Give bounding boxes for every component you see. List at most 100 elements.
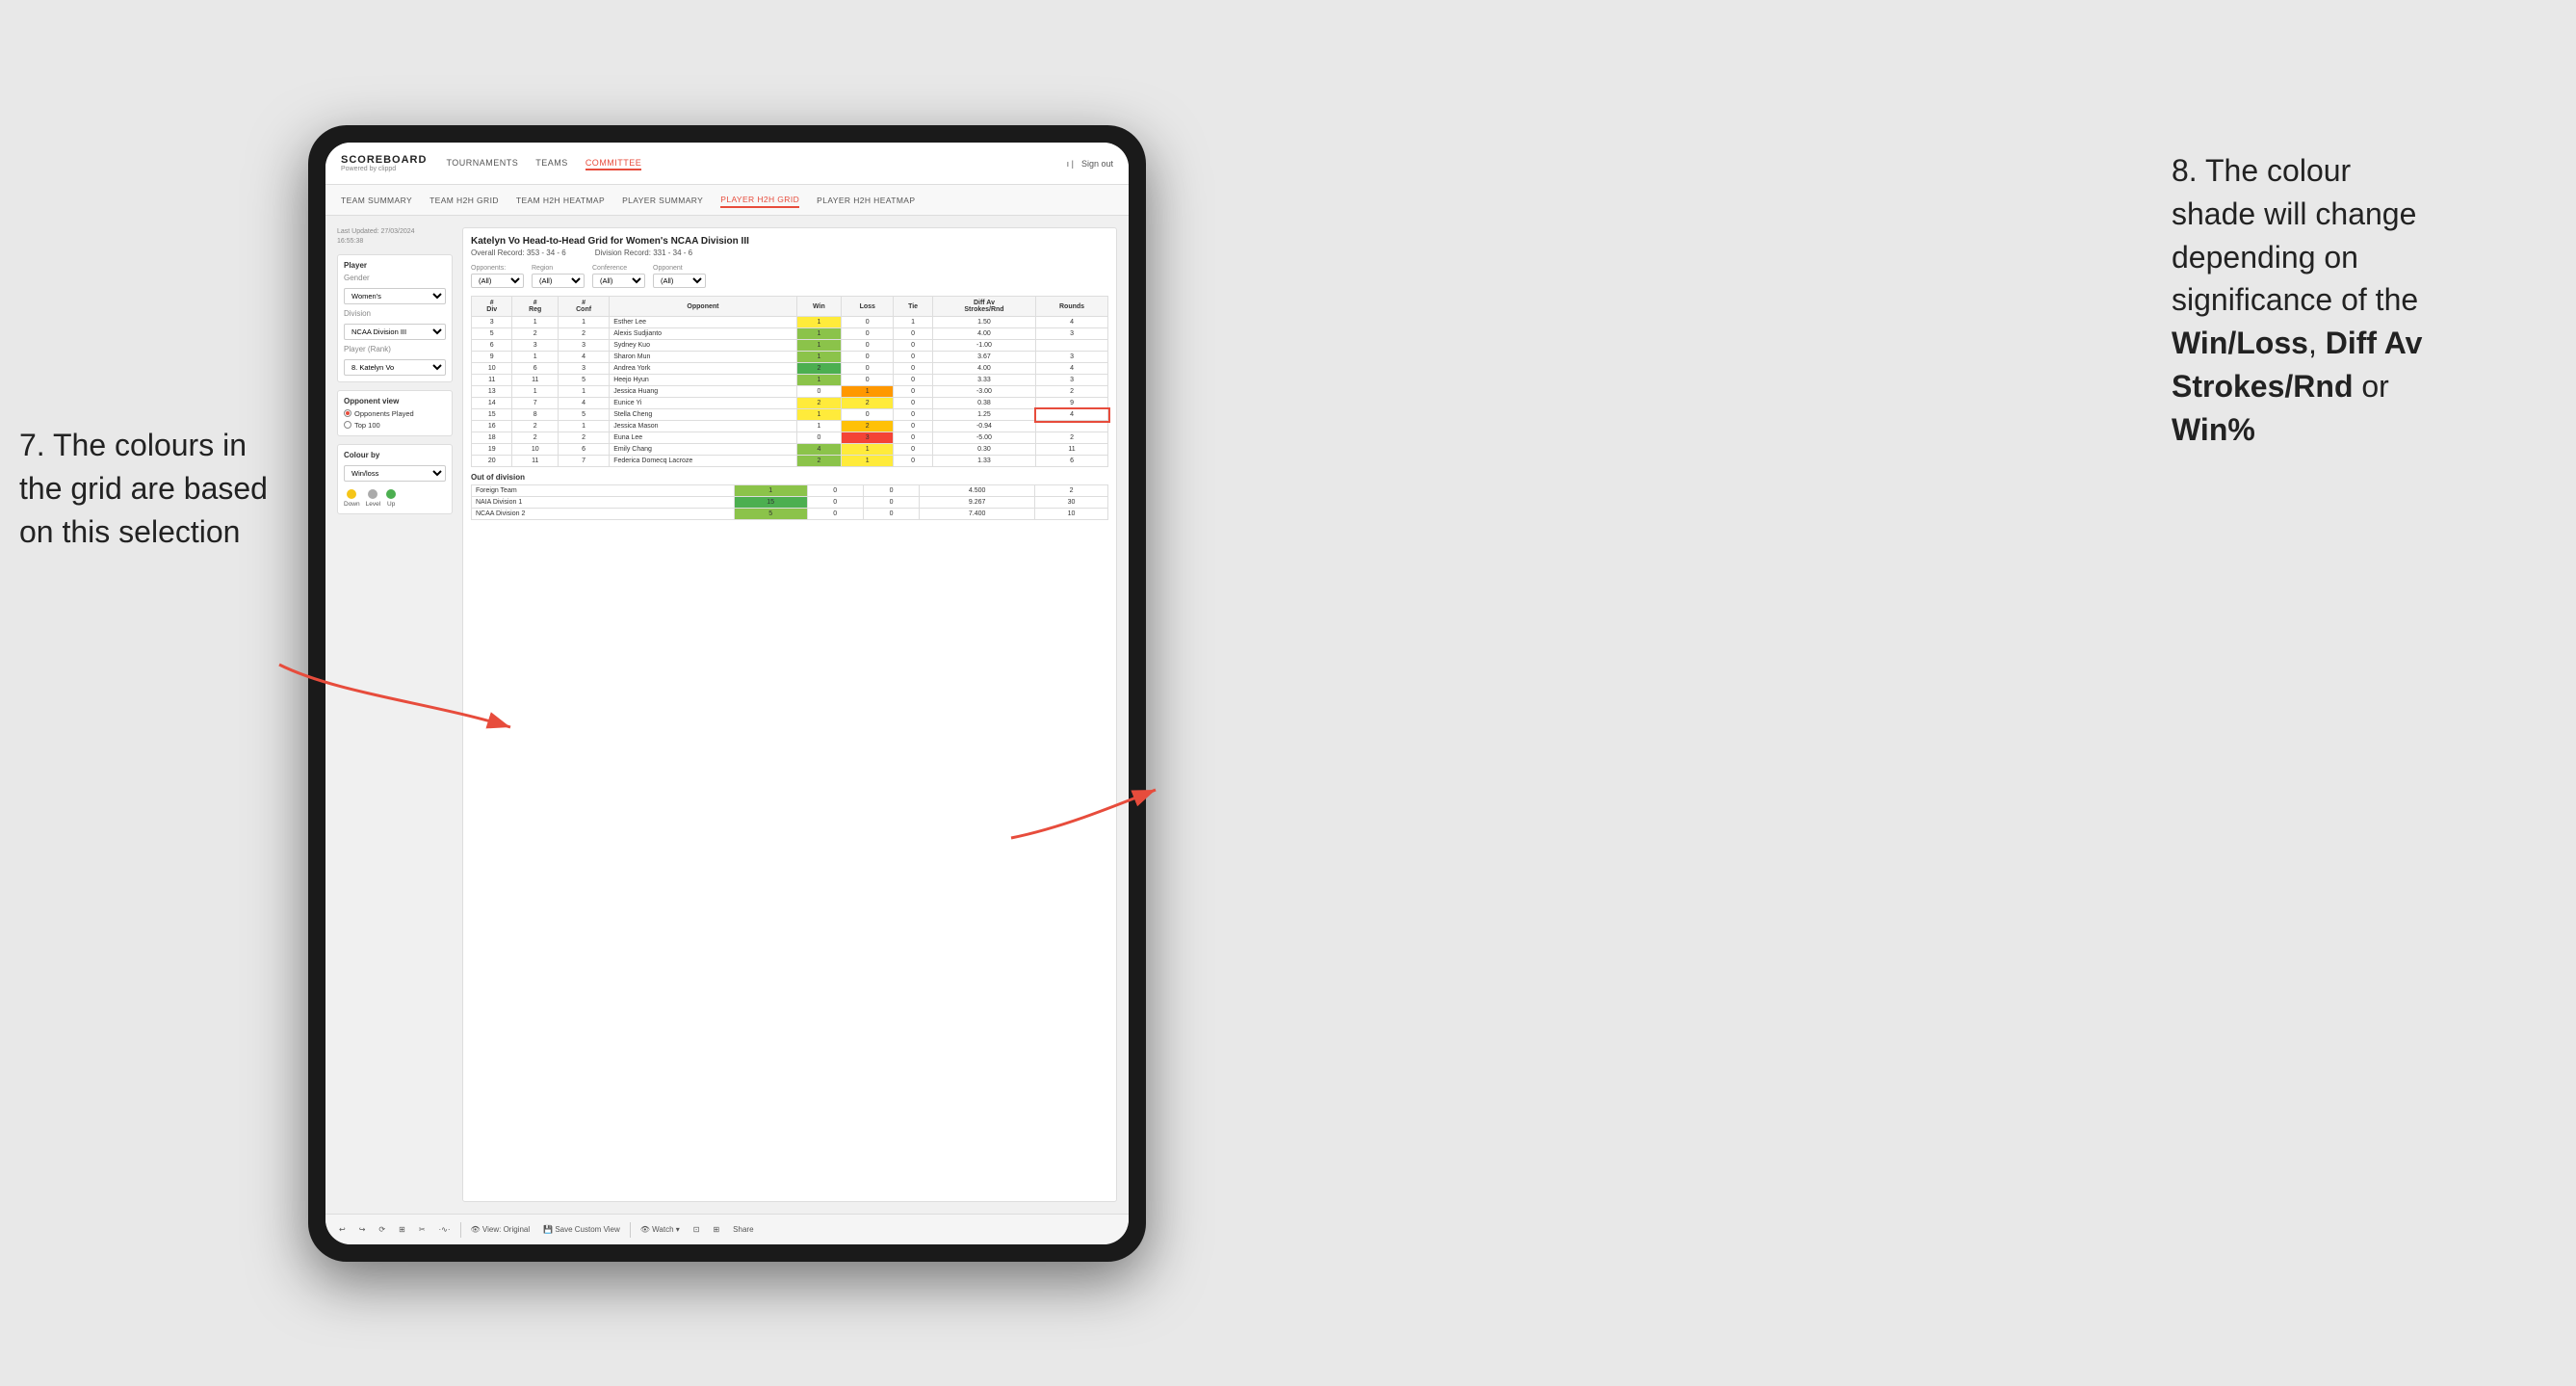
table-row: 20 11 7 Federica Domecq Lacroze 2 1 0 1.… — [472, 456, 1108, 467]
filters-row: Opponents: (All) Region (All) Conference — [471, 265, 1108, 288]
col-tie: Tie — [894, 297, 933, 317]
nav-right: ı | Sign out — [1067, 159, 1113, 169]
table-row: 10 6 3 Andrea York 2 0 0 4.00 4 — [472, 363, 1108, 375]
player-label: Player — [344, 261, 446, 270]
table-row: 14 7 4 Eunice Yi 2 2 0 0.38 9 — [472, 398, 1108, 409]
undo-btn[interactable]: ↩ — [335, 1223, 350, 1236]
player-section: Player Gender Women's Men's Division NCA… — [337, 254, 453, 382]
player-rank-label: Player (Rank) — [344, 345, 446, 353]
table-row: 16 2 1 Jessica Mason 1 2 0 -0.94 — [472, 421, 1108, 432]
cmd-btn[interactable]: ·∿· — [435, 1223, 455, 1236]
separator — [460, 1222, 461, 1238]
table-row: 5 2 2 Alexis Sudjianto 1 0 0 4.00 3 — [472, 328, 1108, 340]
legend-dot-down — [347, 489, 356, 499]
gender-select[interactable]: Women's Men's — [344, 288, 446, 304]
legend-up: Up — [386, 489, 396, 508]
left-panel: Last Updated: 27/03/2024 16:55:38 Player… — [337, 227, 453, 1202]
table-row: 9 1 4 Sharon Mun 1 0 0 3.67 3 — [472, 352, 1108, 363]
player-rank-select[interactable]: 8. Katelyn Vo — [344, 359, 446, 376]
col-reg: #Reg — [512, 297, 558, 317]
table-row: 15 8 5 Stella Cheng 1 0 0 1.25 4 — [472, 409, 1108, 421]
col-div: #Div — [472, 297, 512, 317]
nav-bar: SCOREBOARD Powered by clippd TOURNAMENTS… — [325, 143, 1129, 185]
radio-group: Opponents Played Top 100 — [344, 409, 446, 430]
legend-dot-up — [386, 489, 396, 499]
bottom-toolbar: ↩ ↪ ⟳ ⊞ ✂ ·∿· 👁 View: Original 💾 Save Cu… — [325, 1214, 1129, 1244]
last-updated: Last Updated: 27/03/2024 16:55:38 — [337, 227, 453, 247]
share-layout-btn[interactable]: ⊞ — [709, 1223, 723, 1236]
grid-panel: Katelyn Vo Head-to-Head Grid for Women's… — [462, 227, 1117, 1202]
legend-label-up: Up — [387, 501, 395, 508]
right-annotation: 8. The colour shade will change dependin… — [2172, 149, 2537, 452]
division-label: Division — [344, 309, 446, 318]
opponent-view-label: Opponent view — [344, 397, 446, 405]
region-select[interactable]: (All) — [532, 274, 585, 288]
table-row: Foreign Team 1 0 0 4.500 2 — [472, 485, 1108, 497]
colour-by-select[interactable]: Win/loss Diff Av Strokes/Rnd Win% — [344, 465, 446, 482]
logo-title: SCOREBOARD — [341, 154, 427, 166]
opponent-filter: Opponent (All) — [653, 265, 706, 288]
separator — [630, 1222, 631, 1238]
opponent-select[interactable]: (All) — [653, 274, 706, 288]
radio-dot-top100 — [344, 421, 351, 429]
nav-items: TOURNAMENTS TEAMS COMMITTEE — [446, 156, 1066, 170]
col-loss: Loss — [842, 297, 894, 317]
colour-by-label: Colour by — [344, 451, 446, 459]
h2h-table: #Div #Reg #Conf Opponent Win Loss Tie Di… — [471, 296, 1108, 467]
table-row: 6 3 3 Sydney Kuo 1 0 0 -1.00 — [472, 340, 1108, 352]
table-row: 3 1 1 Esther Lee 1 0 1 1.50 4 — [472, 317, 1108, 328]
logo-subtitle: Powered by clippd — [341, 166, 427, 172]
share-btn[interactable]: Share — [729, 1223, 757, 1236]
col-conf: #Conf — [558, 297, 609, 317]
sub-nav-team-summary[interactable]: TEAM SUMMARY — [341, 194, 412, 207]
grid-records: Overall Record: 353 - 34 - 6 Division Re… — [471, 248, 1108, 257]
watch-btn[interactable]: 👁 Watch ▾ — [637, 1223, 684, 1236]
sub-nav-player-h2h-heatmap[interactable]: PLAYER H2H HEATMAP — [817, 194, 915, 207]
view-original-btn[interactable]: 👁 View: Original — [467, 1223, 534, 1236]
grid-title: Katelyn Vo Head-to-Head Grid for Women's… — [471, 236, 1108, 247]
table-row: 11 11 5 Heejo Hyun 1 0 0 3.33 3 — [472, 375, 1108, 386]
radio-opponents-played[interactable]: Opponents Played — [344, 409, 446, 418]
sub-nav-player-summary[interactable]: PLAYER SUMMARY — [622, 194, 703, 207]
out-of-division-header: Out of division — [471, 467, 1108, 484]
table-row: 19 10 6 Emily Chang 4 1 0 0.30 11 — [472, 444, 1108, 456]
sub-nav-player-h2h-grid[interactable]: PLAYER H2H GRID — [720, 193, 799, 208]
gender-label: Gender — [344, 274, 446, 282]
tablet-frame: SCOREBOARD Powered by clippd TOURNAMENTS… — [308, 125, 1146, 1262]
opponent-view-section: Opponent view Opponents Played Top 100 — [337, 390, 453, 436]
legend-dot-level — [368, 489, 377, 499]
opponents-select[interactable]: (All) — [471, 274, 524, 288]
layout-btn[interactable]: ⊡ — [690, 1223, 704, 1236]
sign-out-link[interactable]: Sign out — [1081, 159, 1113, 169]
radio-top100[interactable]: Top 100 — [344, 421, 446, 430]
legend-down: Down — [344, 489, 360, 508]
col-opponent: Opponent — [610, 297, 796, 317]
main-content: Last Updated: 27/03/2024 16:55:38 Player… — [325, 216, 1129, 1214]
opponents-filter: Opponents: (All) — [471, 265, 524, 288]
save-custom-view-btn[interactable]: 💾 Save Custom View — [539, 1223, 624, 1236]
legend-label-level: Level — [366, 501, 381, 508]
left-annotation: 7. The colours in the grid are based on … — [19, 424, 289, 553]
sub-nav-team-h2h-heatmap[interactable]: TEAM H2H HEATMAP — [516, 194, 605, 207]
conference-select[interactable]: (All) — [592, 274, 645, 288]
colour-section: Colour by Win/loss Diff Av Strokes/Rnd W… — [337, 444, 453, 514]
out-of-division-table: Foreign Team 1 0 0 4.500 2 NAIA Division… — [471, 484, 1108, 520]
cut-btn[interactable]: ✂ — [415, 1223, 429, 1236]
region-filter: Region (All) — [532, 265, 585, 288]
nav-committee[interactable]: COMMITTEE — [585, 156, 642, 170]
logo: SCOREBOARD Powered by clippd — [341, 154, 427, 172]
col-diff: Diff AvStrokes/Rnd — [932, 297, 1035, 317]
legend-level: Level — [366, 489, 381, 508]
division-select[interactable]: NCAA Division III NCAA Division I NCAA D… — [344, 324, 446, 340]
table-row: NCAA Division 2 5 0 0 7.400 10 — [472, 509, 1108, 520]
refresh-btn[interactable]: ⟳ — [375, 1223, 389, 1236]
radio-dot-played — [344, 409, 351, 417]
grid-btn[interactable]: ⊞ — [395, 1223, 409, 1236]
tablet-screen: SCOREBOARD Powered by clippd TOURNAMENTS… — [325, 143, 1129, 1244]
nav-teams[interactable]: TEAMS — [535, 156, 568, 170]
col-win: Win — [796, 297, 842, 317]
sub-nav-team-h2h-grid[interactable]: TEAM H2H GRID — [429, 194, 499, 207]
nav-tournaments[interactable]: TOURNAMENTS — [446, 156, 518, 170]
redo-btn[interactable]: ↪ — [355, 1223, 370, 1236]
table-row: 18 2 2 Euna Lee 0 3 0 -5.00 2 — [472, 432, 1108, 444]
